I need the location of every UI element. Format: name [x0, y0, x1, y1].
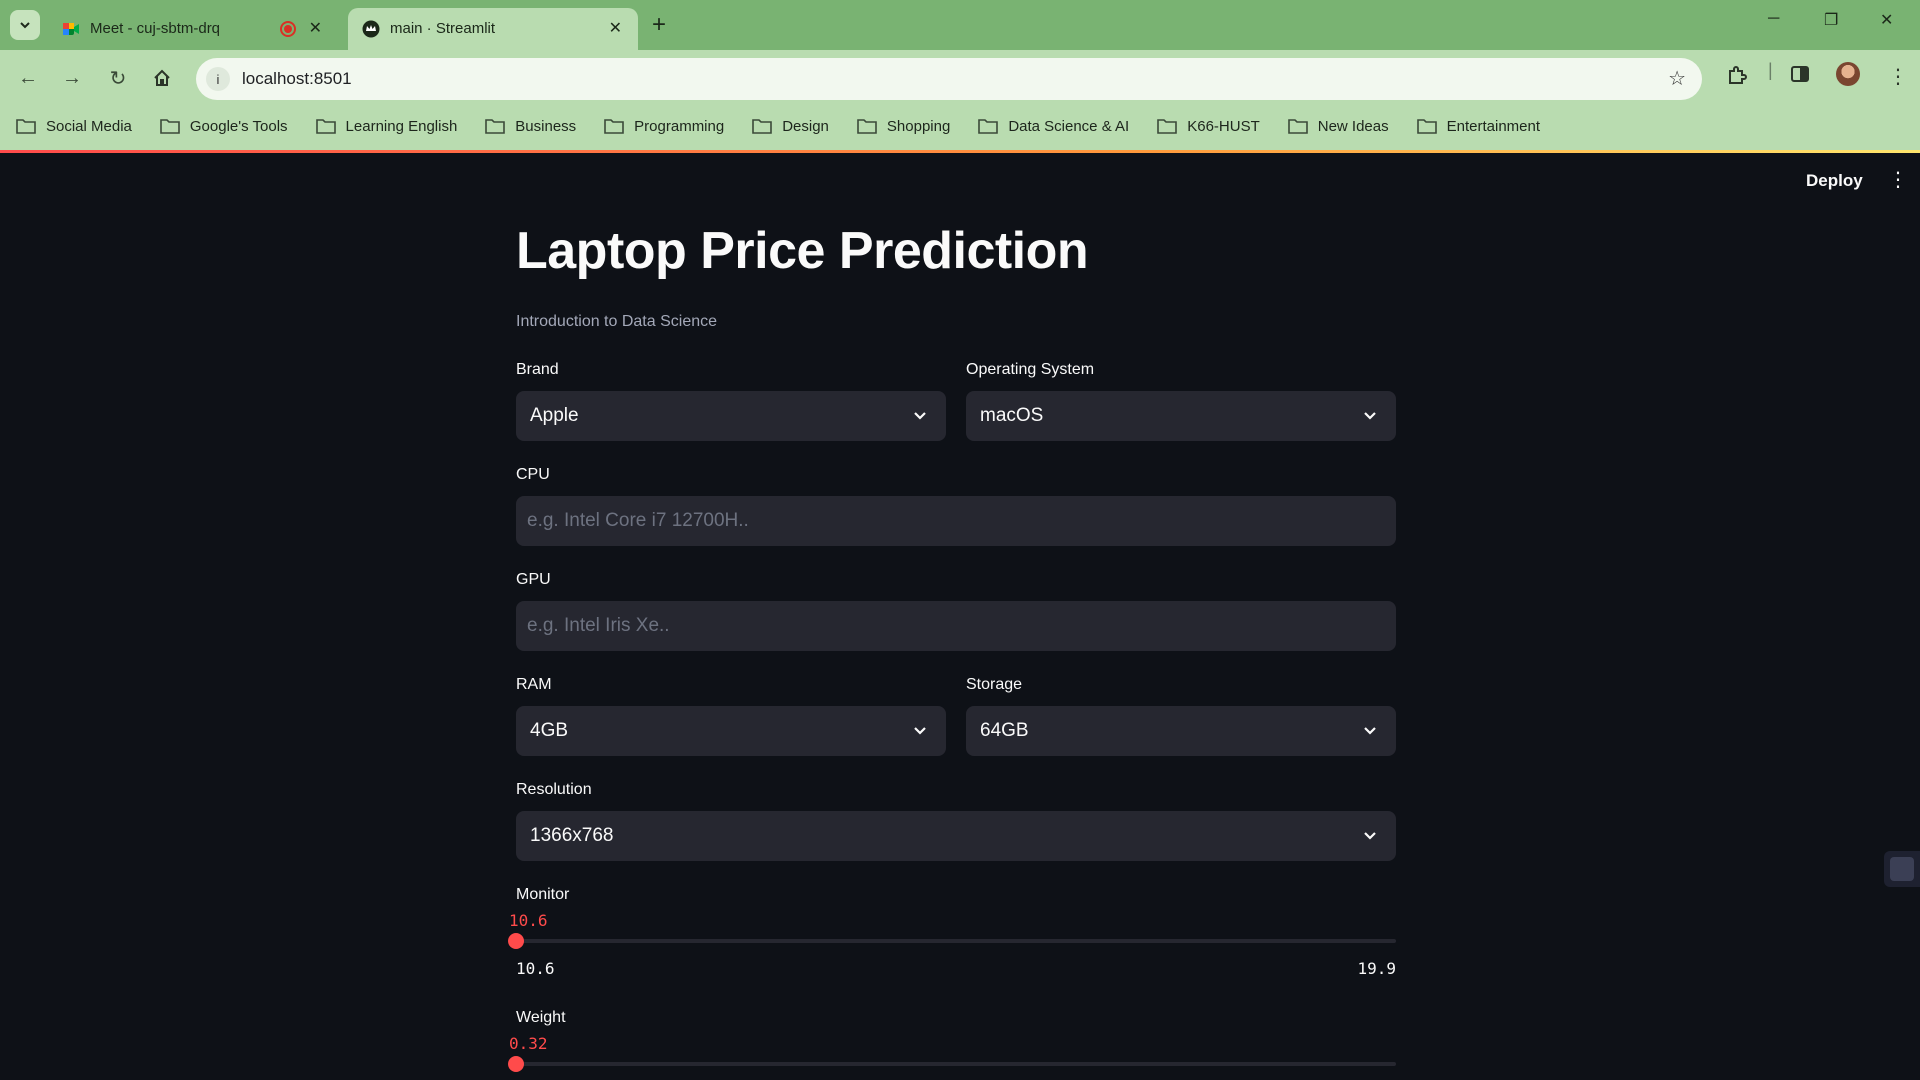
google-meet-icon	[63, 23, 79, 35]
folder-icon	[1157, 119, 1178, 134]
folder-icon	[16, 119, 36, 134]
storage-label: Storage	[966, 676, 1023, 693]
brand-select[interactable]: Apple	[516, 391, 946, 441]
gpu-input[interactable]	[516, 601, 1396, 651]
monitor-current-value: 10.6	[509, 911, 548, 930]
extensions-icon[interactable]	[1726, 64, 1748, 91]
toolbar-divider: |	[1768, 60, 1773, 80]
ram-value: 4GB	[530, 720, 569, 741]
brand-value: Apple	[530, 405, 579, 426]
close-tab-icon[interactable]: ✕	[609, 18, 622, 38]
deploy-button[interactable]: Deploy	[1806, 171, 1863, 191]
tab-streamlit[interactable]: main · Streamlit ✕	[348, 8, 638, 50]
weight-slider-thumb[interactable]	[508, 1056, 524, 1072]
storage-select[interactable]: 64GB	[966, 706, 1396, 756]
forward-icon[interactable]: →	[58, 64, 86, 92]
brand-label: Brand	[516, 361, 559, 378]
bookmark-folder[interactable]: Learning English	[315, 118, 457, 135]
gpu-field	[516, 601, 1396, 651]
profile-avatar[interactable]	[1836, 62, 1860, 86]
chat-icon	[1890, 857, 1914, 881]
os-select[interactable]: macOS	[966, 391, 1396, 441]
browser-menu-icon[interactable]: ⋮	[1888, 64, 1908, 89]
chevron-down-icon	[20, 22, 30, 29]
chevron-down-icon	[1364, 412, 1376, 420]
folder-icon	[604, 119, 624, 134]
reload-icon[interactable]: ↻	[104, 64, 132, 92]
restore-icon[interactable]: ❐	[1824, 10, 1838, 30]
folder-icon	[752, 119, 773, 134]
monitor-slider-track[interactable]	[516, 939, 1396, 943]
folder-icon	[485, 119, 506, 134]
weight-slider-track[interactable]	[516, 1062, 1396, 1066]
bookmark-folder[interactable]: Shopping	[857, 118, 950, 135]
bookmark-folder[interactable]: Entertainment	[1416, 118, 1540, 135]
recording-icon	[280, 21, 296, 37]
monitor-min-label: 10.6	[516, 959, 555, 978]
gpu-label: GPU	[516, 571, 551, 588]
monitor-max-label: 19.9	[1357, 959, 1396, 978]
bookmark-folder[interactable]: Programming	[604, 118, 724, 135]
ram-label: RAM	[516, 676, 552, 693]
page-title: Laptop Price Prediction	[516, 222, 1089, 280]
chevron-down-icon	[1364, 832, 1376, 840]
bookmark-folder[interactable]: K66-HUST	[1157, 118, 1260, 135]
ram-select[interactable]: 4GB	[516, 706, 946, 756]
site-info-icon[interactable]: i	[206, 67, 230, 91]
weight-current-value: 0.32	[509, 1034, 548, 1053]
bookmarks-bar: Social Media Google's Tools Learning Eng…	[0, 106, 1920, 146]
bookmark-folder[interactable]: New Ideas	[1287, 118, 1389, 135]
chevron-down-icon	[914, 412, 926, 420]
side-panel-icon[interactable]	[1790, 64, 1810, 89]
weight-label: Weight	[516, 1009, 566, 1026]
tab-search-button[interactable]	[10, 10, 40, 40]
url-text[interactable]: localhost:8501	[242, 69, 352, 89]
folder-icon	[857, 119, 877, 134]
page-caption: Introduction to Data Science	[516, 313, 718, 330]
cpu-field	[516, 496, 1396, 546]
bookmark-star-icon[interactable]: ☆	[1668, 66, 1686, 91]
monitor-label: Monitor	[516, 886, 570, 903]
close-tab-icon[interactable]: ✕	[309, 18, 322, 38]
bookmark-folder[interactable]: Business	[485, 118, 576, 135]
new-tab-icon[interactable]: +	[652, 10, 666, 40]
folder-icon	[315, 119, 336, 134]
back-icon[interactable]: ←	[14, 64, 42, 92]
side-widget-button[interactable]	[1884, 851, 1920, 887]
resolution-label: Resolution	[516, 781, 592, 798]
folder-icon	[978, 119, 999, 134]
browser-toolbar: ← → ↻ i localhost:8501 ☆ | ⋮	[0, 50, 1920, 106]
folder-icon	[1416, 119, 1437, 134]
tab-meet[interactable]: Meet - cuj-sbtm-drq ✕	[48, 8, 338, 50]
tab-strip: Meet - cuj-sbtm-drq ✕ main · Streamlit ✕…	[0, 0, 1920, 50]
streamlit-app: Deploy ⋮ Laptop Price Prediction Introdu…	[0, 153, 1920, 1080]
minimize-icon[interactable]: ─	[1768, 10, 1779, 28]
folder-icon	[1287, 119, 1308, 134]
streamlit-crown-icon	[362, 20, 380, 38]
os-value: macOS	[980, 405, 1044, 426]
cpu-input[interactable]	[516, 496, 1396, 546]
chevron-down-icon	[1364, 727, 1376, 735]
close-window-icon[interactable]: ✕	[1880, 10, 1893, 30]
bookmark-folder[interactable]: Google's Tools	[160, 118, 288, 135]
home-icon[interactable]	[148, 64, 176, 92]
resolution-select[interactable]: 1366x768	[516, 811, 1396, 861]
tab-title: main · Streamlit	[390, 20, 496, 37]
cpu-label: CPU	[516, 466, 550, 483]
chevron-down-icon	[914, 727, 926, 735]
bookmark-folder[interactable]: Data Science & AI	[978, 118, 1129, 135]
monitor-slider-thumb[interactable]	[508, 933, 524, 949]
storage-value: 64GB	[980, 720, 1029, 741]
resolution-value: 1366x768	[530, 825, 614, 846]
os-label: Operating System	[966, 361, 1095, 378]
main-menu-icon[interactable]: ⋮	[1888, 167, 1908, 192]
bookmark-folder[interactable]: Social Media	[16, 118, 132, 135]
address-bar[interactable]: i localhost:8501 ☆	[196, 58, 1702, 100]
bookmark-folder[interactable]: Design	[752, 118, 829, 135]
browser-chrome: Meet - cuj-sbtm-drq ✕ main · Streamlit ✕…	[0, 0, 1920, 153]
tab-title: Meet - cuj-sbtm-drq	[90, 20, 221, 37]
folder-icon	[160, 119, 180, 134]
